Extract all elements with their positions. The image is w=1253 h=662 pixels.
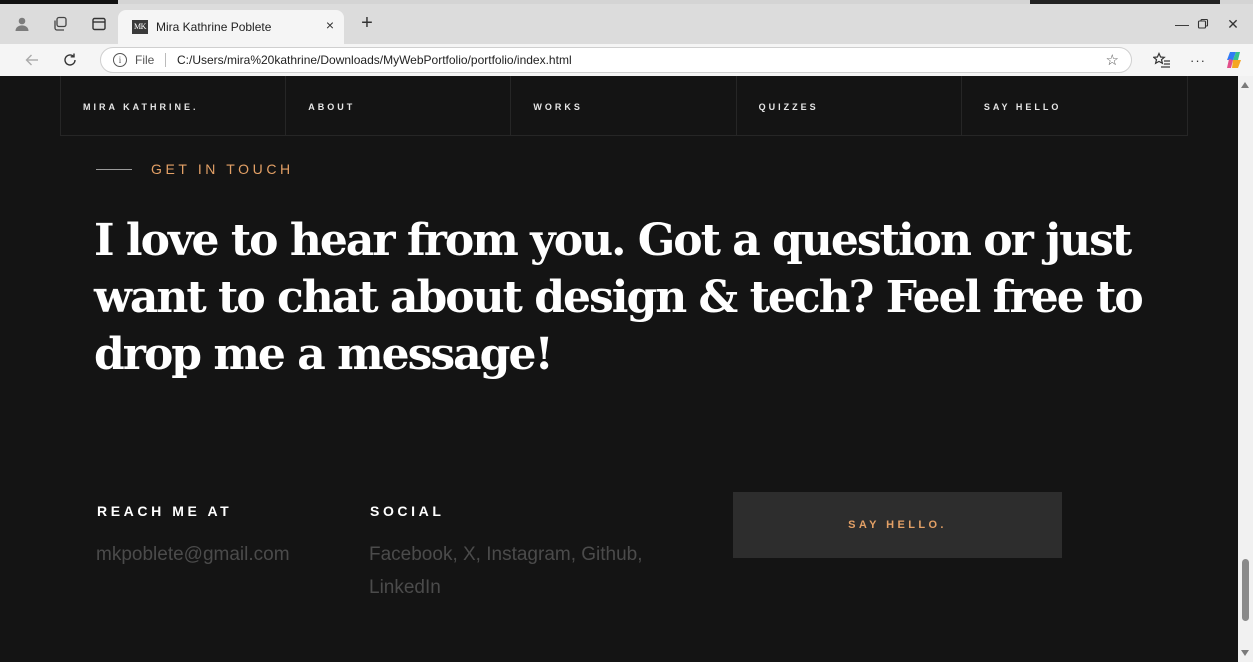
browser-toolbar: i File C:/Users/mira%20kathrine/Download…	[0, 44, 1253, 76]
nav-brand[interactable]: MIRA KATHRINE.	[61, 76, 287, 135]
site-navigation: MIRA KATHRINE. ABOUT WORKS QUIZZES SAY H…	[60, 76, 1188, 136]
favorites-icon[interactable]	[1152, 50, 1172, 70]
reach-label: REACH ME AT	[97, 503, 233, 519]
back-icon[interactable]	[22, 50, 42, 70]
nav-item-quizzes[interactable]: QUIZZES	[737, 76, 962, 135]
scroll-up-icon[interactable]	[1241, 82, 1249, 88]
tab-actions-icon[interactable]	[89, 14, 109, 34]
more-icon[interactable]: ···	[1188, 50, 1208, 70]
social-links[interactable]: Facebook, X, Instagram, Github, LinkedIn	[369, 538, 689, 604]
minimize-icon[interactable]: —	[1171, 14, 1193, 34]
new-tab-icon[interactable]: +	[355, 12, 379, 36]
refresh-icon[interactable]	[60, 50, 80, 70]
reach-email[interactable]: mkpoblete@gmail.com	[96, 538, 346, 571]
profile-icon[interactable]	[12, 14, 32, 34]
page-scrollbar[interactable]	[1238, 76, 1253, 662]
nav-item-about[interactable]: ABOUT	[286, 76, 512, 135]
nav-item-say-hello[interactable]: SAY HELLO	[962, 76, 1187, 135]
workspaces-icon[interactable]	[50, 14, 70, 34]
scheme-label: File	[135, 53, 155, 67]
url-text[interactable]: C:/Users/mira%20kathrine/Downloads/MyWeb…	[177, 53, 572, 67]
nav-item-works[interactable]: WORKS	[511, 76, 737, 135]
address-bar[interactable]: i File C:/Users/mira%20kathrine/Download…	[100, 47, 1132, 73]
close-window-icon[interactable]: ✕	[1222, 14, 1244, 34]
scroll-down-icon[interactable]	[1241, 650, 1249, 656]
copilot-icon[interactable]	[1224, 50, 1244, 70]
contact-headline: I love to hear from you. Got a question …	[94, 215, 1144, 380]
scrollbar-thumb[interactable]	[1242, 559, 1249, 621]
tab-title: Mira Kathrine Poblete	[156, 20, 272, 34]
contact-eyebrow: GET IN TOUCH	[96, 161, 294, 177]
eyebrow-line	[96, 168, 132, 170]
social-label: SOCIAL	[370, 503, 445, 519]
address-divider	[165, 53, 166, 67]
browser-tab-bar: MK Mira Kathrine Poblete × + — ✕	[0, 4, 1253, 44]
say-hello-button[interactable]: SAY HELLO.	[733, 492, 1062, 558]
favorite-star-icon[interactable]: ☆	[1106, 51, 1119, 69]
info-icon[interactable]: i	[113, 53, 127, 67]
restore-icon[interactable]	[1192, 14, 1214, 34]
tab-close-icon[interactable]: ×	[322, 17, 338, 33]
webpage-viewport: MIRA KATHRINE. ABOUT WORKS QUIZZES SAY H…	[0, 76, 1238, 662]
site-favicon-icon: MK	[132, 20, 148, 34]
eyebrow-text: GET IN TOUCH	[151, 161, 294, 177]
active-tab[interactable]: MK Mira Kathrine Poblete ×	[118, 10, 344, 44]
